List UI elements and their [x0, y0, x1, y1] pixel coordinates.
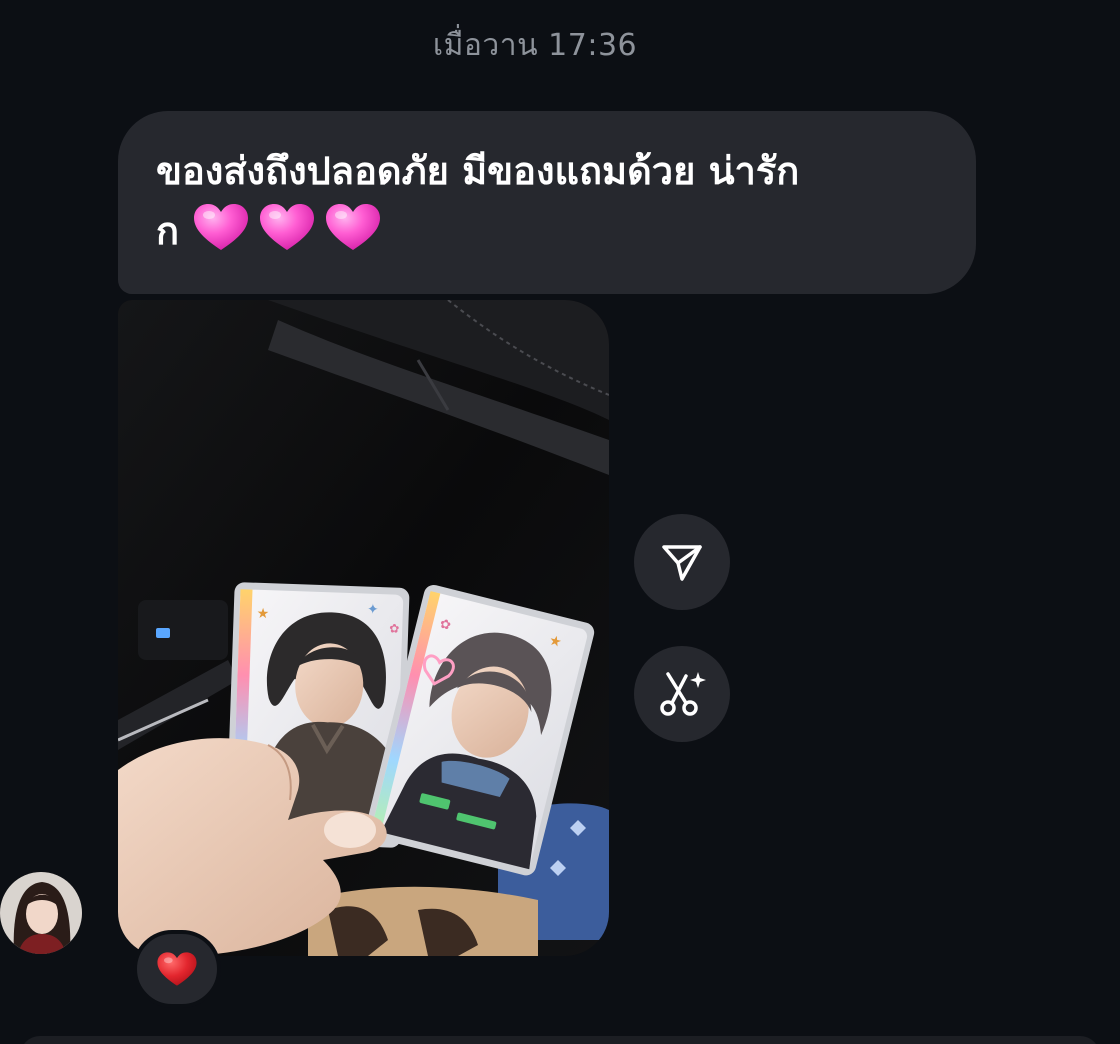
message-composer[interactable] — [20, 1036, 1100, 1044]
send-paper-plane-icon — [662, 545, 702, 581]
message-photo[interactable]: ✦ ✿ ★ ★ ✿ — [118, 300, 609, 956]
message-timestamp: เมื่อวาน 17:36 — [432, 28, 638, 63]
message-text-line2: ก — [156, 209, 180, 253]
svg-text:✿: ✿ — [389, 621, 400, 635]
scissors-sparkle-icon — [660, 672, 706, 716]
svg-text:✦: ✦ — [367, 602, 380, 618]
sender-avatar[interactable] — [0, 872, 82, 954]
pink-heart-emoji-icon — [326, 204, 381, 250]
message-reaction[interactable] — [133, 930, 221, 1008]
pink-heart-emoji-icon — [194, 204, 249, 250]
avatar-image — [0, 872, 82, 954]
red-heart-reaction-icon — [157, 952, 197, 986]
photocards-image: ✦ ✿ ★ ★ ✿ — [118, 300, 609, 956]
pink-heart-emoji-icon — [260, 204, 315, 250]
svg-text:★: ★ — [256, 606, 269, 622]
message-bubble-text[interactable]: ของส่งถึงปลอดภัย มีของแถมด้วย น่ารัก ก — [118, 111, 976, 294]
message-text: ของส่งถึงปลอดภัย มีของแถมด้วย น่ารัก ก — [156, 141, 936, 261]
share-button[interactable] — [634, 514, 730, 610]
message-text-line1: ของส่งถึงปลอดภัย มีของแถมด้วย น่ารัก — [156, 149, 800, 193]
chat-screen: เมื่อวาน 17:36 ของส่งถึงปลอดภัย มีของแถม… — [0, 0, 1120, 1044]
cutout-sticker-button[interactable] — [634, 646, 730, 742]
